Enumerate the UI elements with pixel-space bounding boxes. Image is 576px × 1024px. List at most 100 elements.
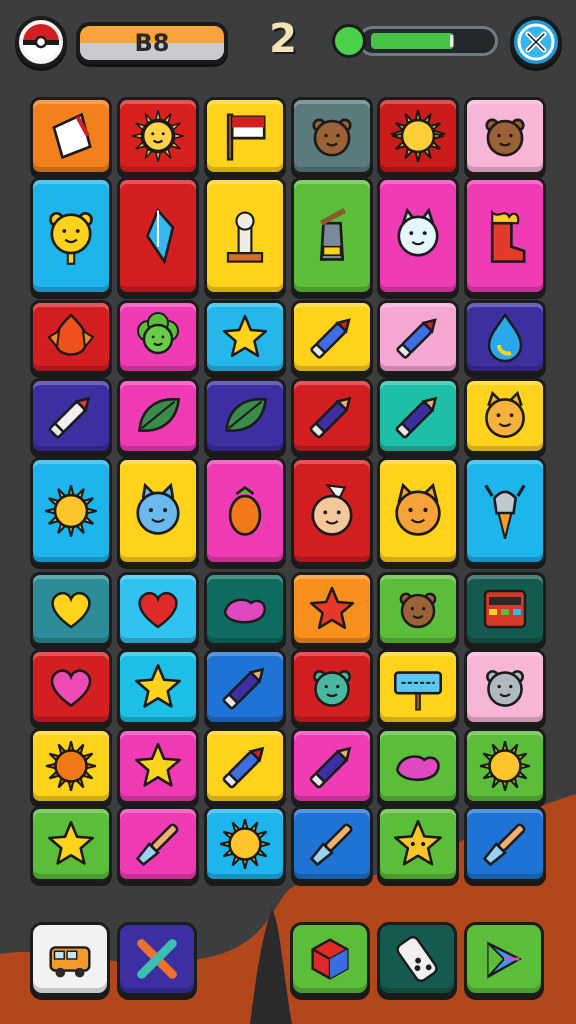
grid-tile[interactable] xyxy=(30,572,112,646)
grid-tile[interactable] xyxy=(291,300,373,374)
koala-face-icon xyxy=(486,670,524,707)
grid-tile[interactable] xyxy=(464,300,546,374)
fox-face-icon xyxy=(395,482,441,536)
grid-tile[interactable] xyxy=(464,806,546,882)
star-face-icon xyxy=(394,819,442,866)
menu-button[interactable] xyxy=(15,16,67,68)
grid-tile[interactable] xyxy=(377,572,459,646)
grid-tile[interactable] xyxy=(464,97,546,175)
brush-icon xyxy=(135,823,179,867)
grid-tile[interactable] xyxy=(291,649,373,725)
grid-tile[interactable] xyxy=(30,649,112,725)
grid-tile[interactable] xyxy=(117,572,199,646)
grid-tile[interactable] xyxy=(204,728,286,804)
grid-tile[interactable] xyxy=(291,728,373,804)
trophy-statue-icon xyxy=(226,211,264,263)
bear-face-icon xyxy=(485,118,525,157)
grid-tile[interactable] xyxy=(30,97,112,175)
pencil-icon xyxy=(48,396,91,439)
star-icon xyxy=(135,743,181,787)
grid-tile[interactable] xyxy=(117,649,199,725)
fruit-icon xyxy=(228,485,262,536)
grid-tile[interactable] xyxy=(377,728,459,804)
grid-tile[interactable] xyxy=(377,300,459,374)
grid-tile[interactable] xyxy=(204,177,286,295)
grid-tile[interactable] xyxy=(291,806,373,882)
progress-marker xyxy=(450,35,453,47)
grid-tile[interactable] xyxy=(377,649,459,725)
grid-tile[interactable] xyxy=(291,457,373,565)
grid-tile[interactable] xyxy=(464,649,546,725)
cube-button[interactable] xyxy=(290,922,370,996)
grid-tile[interactable] xyxy=(204,378,286,454)
level-progress xyxy=(332,22,500,60)
winged-sun-icon xyxy=(389,110,447,162)
grid-tile[interactable] xyxy=(377,806,459,882)
bus-button[interactable] xyxy=(30,922,110,996)
grid-tile[interactable] xyxy=(204,806,286,882)
grid-tile[interactable] xyxy=(464,177,546,295)
monument-icon xyxy=(319,208,347,261)
grid-tile[interactable] xyxy=(204,457,286,565)
progress-track xyxy=(358,26,498,56)
grid-tile[interactable] xyxy=(464,572,546,646)
brush-icon xyxy=(309,823,353,867)
grid-tile[interactable] xyxy=(30,457,112,565)
grid-tile[interactable] xyxy=(30,806,112,882)
lion-face-icon xyxy=(132,110,184,162)
grid-tile[interactable] xyxy=(291,572,373,646)
top-hud: B8 2 xyxy=(0,0,576,90)
grid-tile[interactable] xyxy=(30,300,112,374)
yellow-creature-icon xyxy=(49,211,93,265)
close-button[interactable] xyxy=(510,16,562,68)
grid-tile[interactable] xyxy=(204,649,286,725)
grid-tile[interactable] xyxy=(291,97,373,175)
pink-bean-icon xyxy=(396,755,440,781)
star-icon xyxy=(48,821,94,865)
score-value: B8 xyxy=(134,29,170,57)
grid-tile[interactable] xyxy=(464,728,546,804)
grid-tile[interactable] xyxy=(117,300,199,374)
pink-bean-icon xyxy=(223,598,267,624)
ghost-cat-icon xyxy=(397,207,439,257)
grid-tile[interactable] xyxy=(30,177,112,295)
bus-icon xyxy=(49,946,91,978)
leaf-icon xyxy=(137,397,181,432)
fire-boot-icon xyxy=(490,209,526,263)
grid-tile[interactable] xyxy=(117,177,199,295)
grid-tile[interactable] xyxy=(30,378,112,454)
pen-icon xyxy=(395,396,438,439)
grid-tile[interactable] xyxy=(204,572,286,646)
crossed-tools-button[interactable] xyxy=(117,922,197,996)
grid-tile[interactable] xyxy=(464,457,546,565)
crossed-tools-icon xyxy=(137,939,177,979)
grid-tile[interactable] xyxy=(204,97,286,175)
cat-face-icon xyxy=(485,390,525,438)
grid-tile[interactable] xyxy=(204,300,286,374)
grid-tile[interactable] xyxy=(377,457,459,565)
grid-tile[interactable] xyxy=(117,806,199,882)
grid-tile[interactable] xyxy=(117,378,199,454)
grid-tile[interactable] xyxy=(291,177,373,295)
cube-icon xyxy=(311,938,349,980)
grid-tile[interactable] xyxy=(291,378,373,454)
grid-tile[interactable] xyxy=(117,728,199,804)
grid-tile[interactable] xyxy=(377,177,459,295)
grid-tile[interactable] xyxy=(377,378,459,454)
prism-button[interactable] xyxy=(464,922,544,996)
crayon-icon xyxy=(222,746,265,789)
leaf-icon xyxy=(224,397,268,432)
yellow-heart-icon xyxy=(51,591,91,629)
grid-tile[interactable] xyxy=(30,728,112,804)
grid-tile[interactable] xyxy=(377,97,459,175)
grid-tile[interactable] xyxy=(464,378,546,454)
dice-can-button[interactable] xyxy=(377,922,457,996)
water-drop-icon xyxy=(487,312,523,363)
progress-fill xyxy=(371,33,454,49)
viking-rocket-icon xyxy=(484,484,526,539)
sun-icon xyxy=(219,818,271,870)
grid-tile[interactable] xyxy=(117,457,199,565)
crayon-icon xyxy=(310,318,351,359)
pen-icon xyxy=(309,746,352,789)
grid-tile[interactable] xyxy=(117,97,199,175)
